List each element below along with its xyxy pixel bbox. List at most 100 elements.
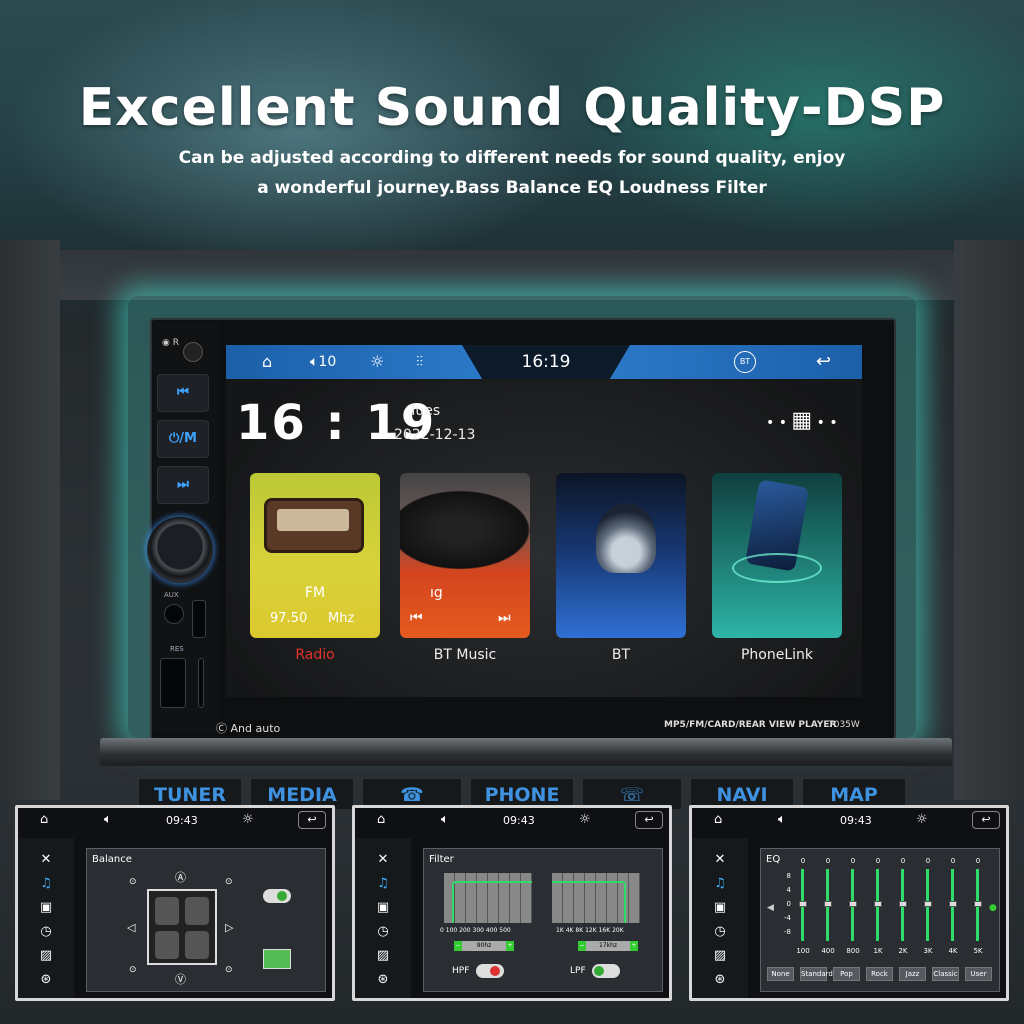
home-icon[interactable]: ⌂ — [377, 812, 385, 827]
image-icon[interactable]: ▨ — [36, 946, 56, 966]
eq-prev-icon[interactable]: ◀ — [767, 903, 774, 913]
mini-sidebar: ✕ ♫ ▣ ◷ ▨ ⊛ — [692, 838, 748, 998]
hpf-minus[interactable]: − — [454, 941, 462, 951]
eq-band-knob[interactable] — [973, 901, 982, 907]
brightness-icon[interactable]: ☼ — [370, 351, 384, 373]
volume-knob[interactable] — [147, 517, 213, 583]
eq-band-label: 3K — [923, 947, 933, 955]
eq-band-knob[interactable] — [948, 901, 957, 907]
volume-icon[interactable]: 🔈︎ — [441, 812, 449, 827]
eq-band-knob[interactable] — [823, 901, 832, 907]
bt-music-label: BT Music — [433, 647, 497, 663]
aux-label: AUX — [164, 591, 179, 599]
eq-preset-button[interactable]: None — [767, 967, 794, 981]
lpf-plus[interactable]: + — [630, 941, 638, 951]
eq-preset-button[interactable]: Pop — [833, 967, 860, 981]
home-icon[interactable]: ⌂ — [262, 351, 272, 373]
eq-band-knob[interactable] — [898, 901, 907, 907]
clock-hours: 16 — [236, 395, 307, 451]
balance-up-icon[interactable]: Ⓐ — [175, 869, 186, 885]
power-dot[interactable] — [183, 342, 203, 362]
eq-preset-button[interactable]: User — [965, 967, 992, 981]
eq-preset-button[interactable]: Rock — [866, 967, 893, 981]
brightness-icon[interactable]: ☼ — [916, 812, 928, 827]
brightness-icon[interactable]: ☼ — [579, 812, 591, 827]
radio-icon[interactable]: ▣ — [36, 898, 56, 918]
image-icon[interactable]: ▨ — [710, 946, 730, 966]
home-icon[interactable]: ⌂ — [40, 812, 48, 827]
eq-band-value: 0 — [825, 857, 831, 865]
power-mode-button[interactable]: ⏻/M — [157, 420, 209, 458]
music-icon[interactable]: ♫ — [36, 874, 56, 894]
phonelink-ring — [732, 553, 822, 583]
steering-icon[interactable]: ⊛ — [710, 970, 730, 990]
dashboard-right-pillar — [954, 240, 1024, 800]
clock-icon[interactable]: ◷ — [710, 922, 730, 942]
eq-band-value: 0 — [800, 857, 806, 865]
eq-next-icon[interactable]: ● — [989, 903, 997, 913]
tools-icon[interactable]: ✕ — [36, 850, 56, 870]
balance-toggle[interactable] — [263, 889, 291, 903]
radio-icon[interactable]: ▣ — [710, 898, 730, 918]
back-icon[interactable]: ↩ — [635, 811, 663, 829]
hpf-value[interactable]: − 90hz + — [454, 941, 514, 951]
app-grid-icon[interactable]: • • ▦ • • — [766, 408, 838, 433]
equalizer-icon[interactable]: ⫶⫶ — [416, 351, 423, 373]
balance-center-icon[interactable] — [263, 949, 291, 969]
eq-band-label: 2K — [898, 947, 908, 955]
volume-icon[interactable]: 🔈︎10 — [310, 351, 336, 373]
volume-icon[interactable]: 🔈︎ — [104, 812, 112, 827]
lpf-minus[interactable]: − — [578, 941, 586, 951]
radio-icon[interactable]: ▣ — [373, 898, 393, 918]
eq-preset-button[interactable]: Classic — [932, 967, 959, 981]
clock-icon[interactable]: ◷ — [36, 922, 56, 942]
lpf-toggle[interactable] — [592, 964, 620, 978]
steering-icon[interactable]: ⊛ — [373, 970, 393, 990]
bt-music-next-icon[interactable]: ⏭ — [498, 610, 511, 626]
eq-preset-button[interactable]: Standard — [800, 967, 833, 981]
steering-icon[interactable]: ⊛ — [36, 970, 56, 990]
bt-card[interactable] — [556, 473, 686, 638]
back-icon[interactable]: ↩ — [298, 811, 326, 829]
eq-preset-button[interactable]: Jazz — [899, 967, 926, 981]
seat-map[interactable] — [147, 889, 217, 965]
music-icon[interactable]: ♫ — [373, 874, 393, 894]
eq-band-value: 0 — [875, 857, 881, 865]
hpf-plus[interactable]: + — [506, 941, 514, 951]
bt-music-prev-icon[interactable]: ⏮ — [410, 610, 423, 626]
back-icon[interactable]: ↩ — [972, 811, 1000, 829]
eq-band-label: 1K — [873, 947, 883, 955]
balance-title: Balance — [92, 854, 132, 865]
bluetooth-icon[interactable]: BT — [734, 351, 756, 373]
hpf-toggle[interactable] — [476, 964, 504, 978]
tools-icon[interactable]: ✕ — [373, 850, 393, 870]
brand-logo: Ⓒ And auto — [216, 722, 281, 735]
model-text: MP5/FM/CARD/REAR VIEW PLAYER — [664, 720, 837, 730]
balance-right-icon[interactable]: ▷ — [225, 921, 233, 934]
eq-band-knob[interactable] — [873, 901, 882, 907]
lpf-value[interactable]: − 17khz + — [578, 941, 638, 951]
next-track-button[interactable]: ⏭ — [157, 466, 209, 504]
radio-card[interactable]: FM 97.50 Mhz — [250, 473, 380, 638]
speaker-fl-icon: ⊙ — [129, 877, 137, 887]
tools-icon[interactable]: ✕ — [710, 850, 730, 870]
home-icon[interactable]: ⌂ — [714, 812, 722, 827]
reset-label: RES — [170, 645, 184, 653]
phonelink-card[interactable] — [712, 473, 842, 638]
eq-band-knob[interactable] — [848, 901, 857, 907]
volume-icon[interactable]: 🔈︎ — [778, 812, 786, 827]
image-icon[interactable]: ▨ — [373, 946, 393, 966]
usb-port — [160, 658, 186, 708]
music-icon[interactable]: ♫ — [710, 874, 730, 894]
prev-track-button[interactable]: ⏮ — [157, 374, 209, 412]
back-icon[interactable]: ↩ — [816, 351, 831, 373]
speaker-rl-icon: ⊙ — [129, 965, 137, 975]
brightness-icon[interactable]: ☼ — [242, 812, 254, 827]
clock-icon[interactable]: ◷ — [373, 922, 393, 942]
balance-down-icon[interactable]: Ⓥ — [175, 971, 186, 987]
eq-band-knob[interactable] — [798, 901, 807, 907]
eq-band-knob[interactable] — [923, 901, 932, 907]
bt-music-card[interactable]: ıg ⏮ ⏭ — [400, 473, 530, 638]
balance-left-icon[interactable]: ◁ — [127, 921, 135, 934]
date: 2022-12-13 — [394, 427, 476, 443]
